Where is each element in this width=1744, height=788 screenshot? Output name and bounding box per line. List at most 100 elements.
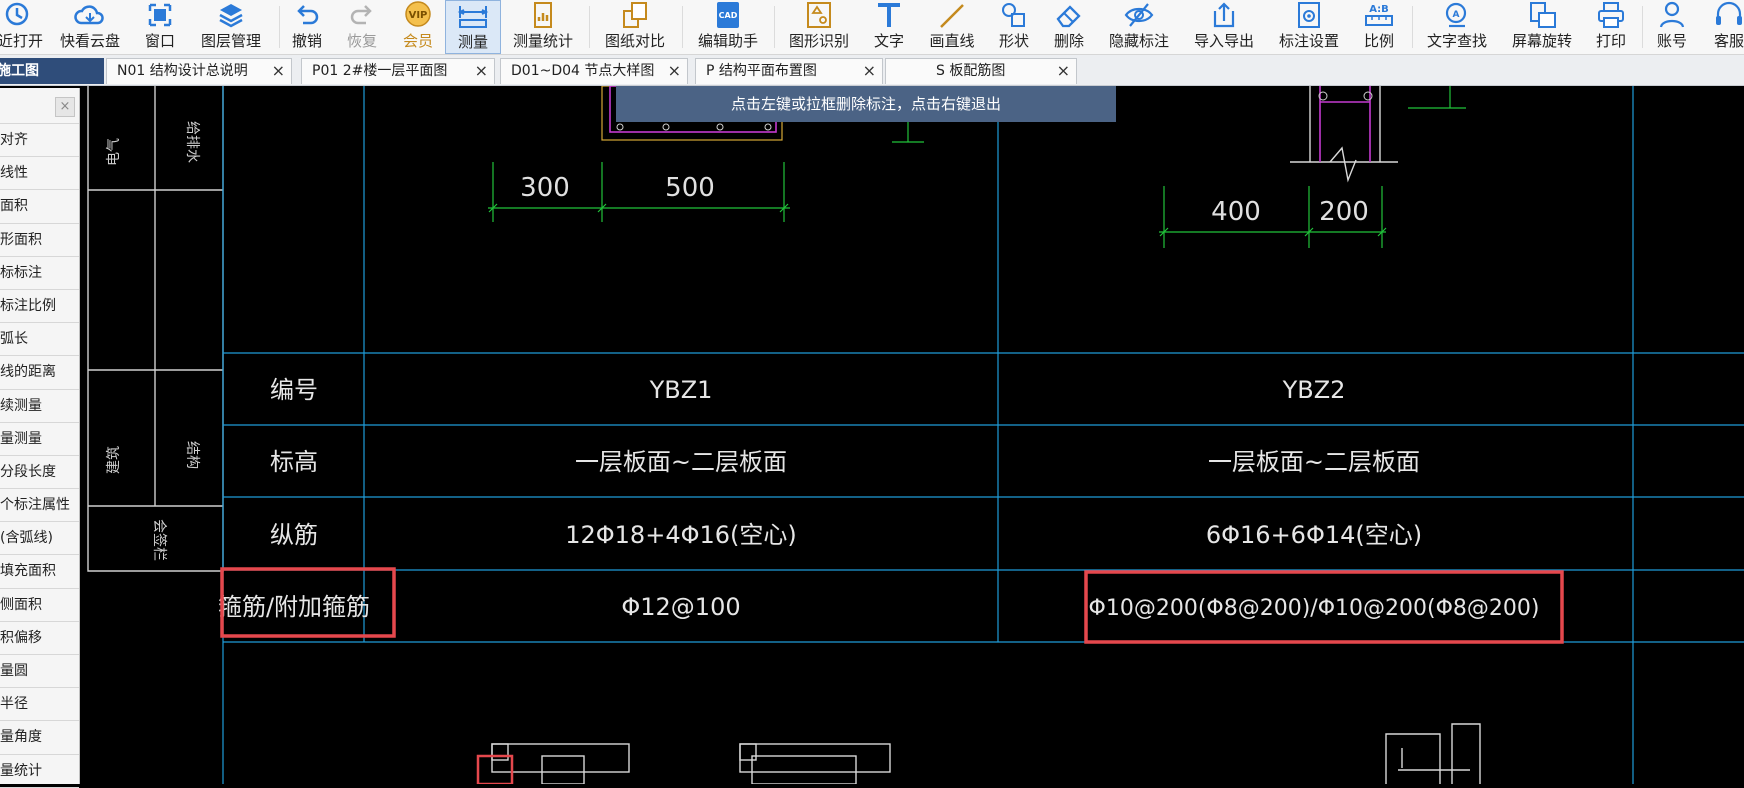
screen-rotate-icon bbox=[1530, 2, 1556, 28]
measure-tool-item[interactable]: 续测量 bbox=[0, 390, 79, 423]
dim-500: 500 bbox=[665, 173, 715, 203]
ybz2-id: YBZ2 bbox=[1282, 376, 1346, 404]
text-button[interactable]: 文字 bbox=[871, 0, 907, 54]
draw-line-button[interactable]: 画直线 bbox=[926, 0, 978, 54]
shape-button[interactable]: 形状 bbox=[996, 0, 1032, 54]
stamp-label-electrical: 电气 bbox=[106, 138, 122, 166]
measure-tool-item[interactable]: 量圆 bbox=[0, 655, 79, 689]
measure-button[interactable]: 测量 bbox=[445, 0, 501, 54]
undo-button[interactable]: 撤销 bbox=[289, 0, 325, 54]
shape-recognize-icon bbox=[807, 2, 831, 28]
tab-construction-drawing[interactable]: 施工图 bbox=[0, 58, 104, 84]
measure-tool-item[interactable]: 弧长 bbox=[0, 323, 79, 357]
measure-tool-item[interactable]: 积偏移 bbox=[0, 622, 79, 655]
dim-300: 300 bbox=[520, 173, 570, 203]
cloud-disk-button[interactable]: 快看云盘 bbox=[58, 0, 122, 54]
tab-s-slab-reinforcement[interactable]: S 板配筋图 × bbox=[885, 58, 1077, 84]
drawing-compare-button[interactable]: 图纸对比 bbox=[602, 0, 668, 54]
recent-open-button[interactable]: 最近打开 bbox=[0, 0, 43, 54]
redo-button[interactable]: 恢复 bbox=[344, 0, 380, 54]
toolbar-separator bbox=[1412, 6, 1413, 48]
hide-annotation-button[interactable]: 隐藏标注 bbox=[1106, 0, 1172, 54]
toolbar-separator bbox=[1642, 6, 1643, 48]
row-header-stirrups: 箍筋/附加箍筋 bbox=[218, 593, 370, 621]
customer-service-button[interactable]: 客服 bbox=[1709, 0, 1744, 54]
tab-p01[interactable]: P01 2#楼一层平面图 × bbox=[301, 58, 495, 84]
stamp-label-plumbing: 给排水 bbox=[184, 121, 200, 163]
instruction-tooltip: 点击左键或拉框删除标注，点击右键退出 bbox=[616, 86, 1116, 122]
account-button[interactable]: 账号 bbox=[1654, 0, 1690, 54]
measure-tool-item[interactable]: 形面积 bbox=[0, 224, 79, 257]
undo-icon bbox=[297, 5, 319, 25]
print-button[interactable]: 打印 bbox=[1593, 0, 1629, 54]
vip-member-button[interactable]: VIP 会员 bbox=[399, 0, 437, 54]
tab-d01-d04[interactable]: D01~D04 节点大样图 × bbox=[500, 58, 688, 84]
tab-close-icon[interactable]: × bbox=[863, 59, 876, 83]
window-button[interactable]: 窗口 bbox=[140, 0, 180, 54]
ybz2-elevation: 一层板面~二层板面 bbox=[1208, 448, 1420, 476]
shape-recognize-button[interactable]: 图形识别 bbox=[786, 0, 852, 54]
ybz1-elevation: 一层板面~二层板面 bbox=[575, 448, 787, 476]
measure-tool-item[interactable]: 量测量 bbox=[0, 423, 79, 456]
measure-icon bbox=[457, 6, 489, 28]
measure-tool-item[interactable]: 半径 bbox=[0, 688, 79, 722]
measure-tool-item[interactable]: 个标注属性 bbox=[0, 489, 79, 523]
measure-tool-item[interactable]: 量统计 bbox=[0, 755, 79, 788]
import-export-button[interactable]: 导入导出 bbox=[1191, 0, 1257, 54]
cloud-icon bbox=[74, 5, 104, 25]
text-search-button[interactable]: A 文字查找 bbox=[1424, 0, 1490, 54]
tab-p-structure-layout[interactable]: P 结构平面布置图 × bbox=[695, 58, 883, 84]
tab-close-icon[interactable]: × bbox=[668, 59, 681, 83]
row-header-id: 编号 bbox=[270, 376, 318, 404]
panel-close-icon[interactable]: × bbox=[55, 97, 75, 117]
user-icon bbox=[1659, 1, 1685, 28]
text-search-icon: A bbox=[1445, 2, 1467, 28]
scale-button[interactable]: A:B 比例 bbox=[1361, 0, 1397, 54]
measure-tool-item[interactable]: 填充面积 bbox=[0, 555, 79, 589]
measure-tool-item[interactable]: 分段长度 bbox=[0, 456, 79, 490]
measure-tool-item[interactable]: 标注比例 bbox=[0, 290, 79, 324]
ybz1-longitudinal-bars: 12Φ18+4Φ16(空心) bbox=[565, 521, 797, 549]
svg-text:CAD: CAD bbox=[719, 11, 738, 20]
shape-icon bbox=[1002, 3, 1025, 27]
cad-edit-icon: CAD bbox=[717, 2, 739, 28]
ybz2-stirrups: Φ10@200(Φ8@200)/Φ10@200(Φ8@200) bbox=[1089, 596, 1540, 621]
import-export-icon bbox=[1213, 2, 1235, 28]
tab-close-icon[interactable]: × bbox=[272, 59, 285, 83]
printer-icon bbox=[1598, 2, 1624, 28]
measure-tool-item[interactable]: 对齐 bbox=[0, 124, 79, 158]
layer-manager-button[interactable]: 图层管理 bbox=[198, 0, 264, 54]
measure-tool-item[interactable]: 线的距离 bbox=[0, 356, 79, 390]
text-icon bbox=[878, 3, 900, 27]
measure-tool-item[interactable]: 线性 bbox=[0, 157, 79, 191]
screen-rotate-button[interactable]: 屏幕旋转 bbox=[1509, 0, 1575, 54]
vip-icon: VIP bbox=[405, 1, 431, 27]
eye-off-icon bbox=[1124, 3, 1154, 27]
toolbar-separator bbox=[589, 6, 590, 48]
eraser-icon bbox=[1056, 5, 1081, 28]
measure-tool-item[interactable]: 量角度 bbox=[0, 721, 79, 755]
toolbar-separator bbox=[774, 6, 775, 48]
row-header-elevation: 标高 bbox=[270, 448, 318, 476]
ybz1-id: YBZ1 bbox=[649, 376, 713, 404]
ybz2-longitudinal-bars: 6Φ16+6Φ14(空心) bbox=[1206, 521, 1422, 549]
tab-close-icon[interactable]: × bbox=[1057, 59, 1070, 83]
dim-400: 400 bbox=[1211, 197, 1261, 227]
delete-button[interactable]: 删除 bbox=[1051, 0, 1087, 54]
measure-tool-item[interactable]: 标标注 bbox=[0, 257, 79, 290]
measure-tool-list: 对齐 线性 面积 形面积 标标注 标注比例 弧长 线的距离 续测量 量测量 分段长度 个标注属性 (含弧… bbox=[0, 124, 79, 788]
measure-stats-button[interactable]: 测量统计 bbox=[510, 0, 576, 54]
annotation-settings-button[interactable]: 标注设置 bbox=[1276, 0, 1342, 54]
measure-tool-item[interactable]: (含弧线) bbox=[0, 522, 79, 556]
measure-tool-item[interactable]: 面积 bbox=[0, 190, 79, 224]
canvas-background bbox=[80, 86, 1744, 784]
tab-n01[interactable]: N01 结构设计总说明 × bbox=[106, 58, 292, 84]
drawing-canvas[interactable]: 电气 给排水 建筑 结构 会签栏 300 500 400 200 编号 标高 纵… bbox=[80, 86, 1744, 784]
scale-icon: A:B bbox=[1365, 4, 1393, 26]
measure-tool-item[interactable]: 侧面积 bbox=[0, 589, 79, 622]
edit-assistant-button[interactable]: CAD 编辑助手 bbox=[695, 0, 761, 54]
tab-close-icon[interactable]: × bbox=[475, 59, 488, 83]
redo-icon bbox=[350, 5, 372, 25]
measure-tools-panel: × 对齐 线性 面积 形面积 标标注 标注比例 弧长 线的距离 续测量 量测量 分段长度 个标注属性(… bbox=[0, 88, 80, 788]
document-tab-bar: 施工图 N01 结构设计总说明 × P01 2#楼一层平面图 × D01~D04 节… bbox=[0, 55, 1744, 86]
